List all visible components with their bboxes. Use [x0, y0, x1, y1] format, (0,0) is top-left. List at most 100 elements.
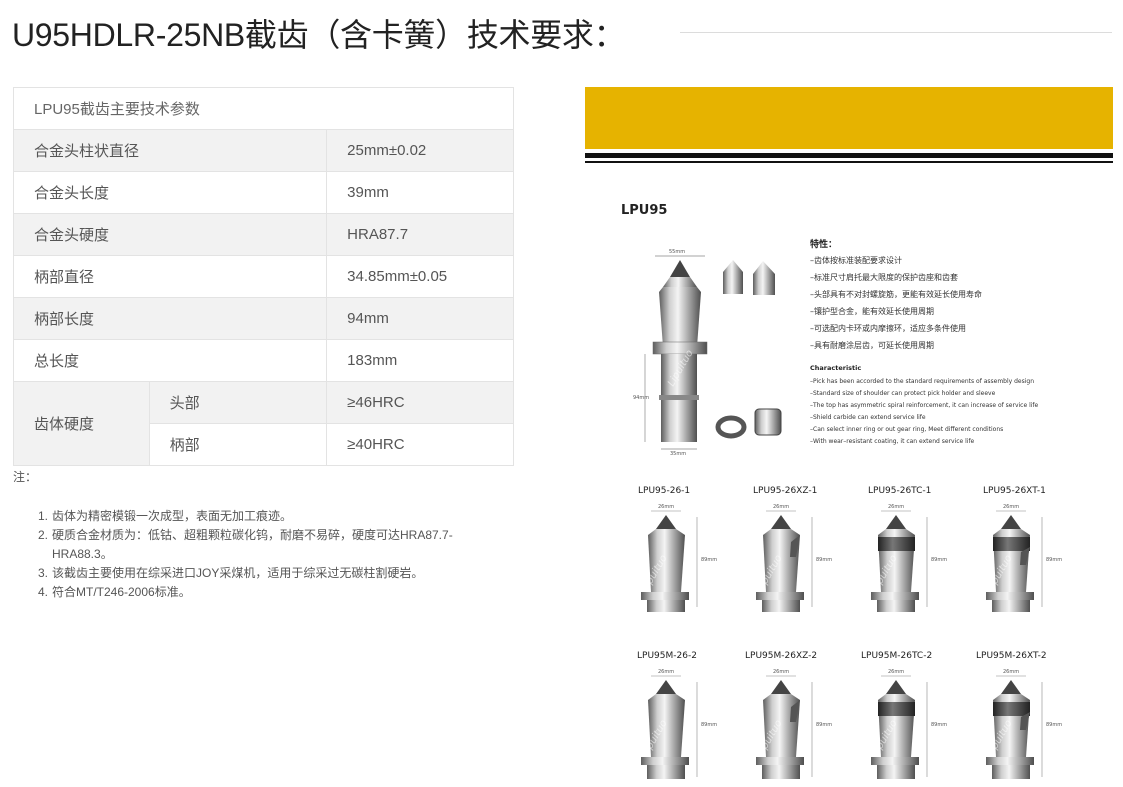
yellow-banner	[585, 87, 1113, 149]
notes-label: 注：	[13, 470, 38, 484]
svg-text:–具有耐磨涂层齿，可延长使用周期: –具有耐磨涂层齿，可延长使用周期	[810, 340, 934, 350]
note-number: 1.	[38, 509, 49, 523]
spec-value: 25mm±0.02	[326, 129, 514, 172]
spec-sublabel: 柄部	[148, 423, 328, 466]
svg-text:89mm: 89mm	[931, 557, 947, 563]
spec-value: 183mm	[326, 339, 514, 382]
dim-shank-width: 35mm	[670, 451, 686, 457]
spec-label: 柄部直径	[12, 255, 328, 298]
svg-text:26mm: 26mm	[773, 669, 789, 675]
svg-text:–Pick has been accorded to the: –Pick has been accorded to the standard …	[810, 378, 1034, 385]
svg-text:26mm: 26mm	[888, 669, 904, 675]
svg-text:89mm: 89mm	[816, 557, 832, 563]
spec-label: 合金头硬度	[12, 213, 328, 256]
note-number: 4.	[38, 585, 49, 599]
svg-text:–Shield carbide can extend ser: –Shield carbide can extend service life	[810, 414, 926, 421]
banner-stripe-thick	[585, 153, 1113, 158]
svg-text:Characteristic: Characteristic	[810, 364, 861, 372]
variant-pick-6: 26mm 89mm	[756, 669, 832, 779]
spec-value: 34.85mm±0.05	[326, 255, 514, 298]
carbide-tips	[723, 260, 775, 295]
svg-text:–With wear–resistant coating,: –With wear–resistant coating, it can ext…	[810, 438, 975, 445]
table-row: 柄部直径 34.85mm±0.05	[12, 255, 514, 298]
svg-text:89mm: 89mm	[1046, 557, 1062, 563]
variant-label: LPU95-26TC-1	[868, 486, 931, 496]
note-text: 符合MT/T246-2006标准。	[52, 585, 191, 599]
product-image: LPU95 55mm 94mm 35mm 特性： –齿体按标准装配要求设计 –标…	[585, 87, 1113, 787]
svg-text:–Standard size of shoulder can: –Standard size of shoulder can protect p…	[810, 390, 996, 397]
spec-value: HRA87.7	[326, 213, 514, 256]
variant-pick-8: 26mm 89mm	[986, 669, 1062, 779]
spec-value: ≥40HRC	[326, 423, 514, 466]
svg-text:89mm: 89mm	[1046, 722, 1062, 728]
svg-text:89mm: 89mm	[701, 557, 717, 563]
table-row: 总长度 183mm	[12, 339, 514, 382]
svg-text:–The top has asymmetric spiral: –The top has asymmetric spiral reinforce…	[810, 402, 1039, 409]
variant-pick-3: 26mm 89mm	[871, 504, 947, 612]
variant-pick-7: 26mm 89mm	[871, 669, 947, 779]
variant-label: LPU95-26-1	[638, 486, 690, 496]
table-row: 齿体硬度 头部 ≥46HRC	[13, 381, 514, 466]
model-label: LPU95	[621, 203, 667, 218]
svg-text:26mm: 26mm	[888, 504, 904, 510]
spec-value: 39mm	[326, 171, 514, 214]
spec-table-caption: LPU95截齿主要技术参数	[13, 87, 514, 130]
svg-text:89mm: 89mm	[816, 722, 832, 728]
spec-label: 合金头柱状直径	[12, 129, 328, 172]
variant-pick-5: 26mm 89mm	[641, 669, 717, 779]
spec-value: 94mm	[326, 297, 514, 340]
spec-label: 合金头长度	[12, 171, 328, 214]
list-item: 2. 硬质合金材质为：低钴、超粗颗粒碳化钨，耐磨不易碎，硬度可达HRA87.7-H…	[38, 526, 508, 564]
variant-label: LPU95M-26TC-2	[861, 651, 932, 661]
table-row: 柄部长度 94mm	[12, 297, 514, 340]
features-cn: 特性： –齿体按标准装配要求设计 –标准尺寸肩托最大限度的保护齿座和齿套 –头部…	[810, 238, 982, 350]
variant-label: LPU95M-26XZ-2	[745, 651, 817, 661]
note-text: 硬质合金材质为：低钴、超粗颗粒碳化钨，耐磨不易碎，硬度可达HRA87.7-HRA…	[52, 528, 453, 561]
title-divider	[680, 32, 1112, 33]
variant-label: LPU95-26XT-1	[983, 486, 1046, 496]
spec-sublabel: 头部	[148, 381, 328, 424]
hardness-group-label: 齿体硬度	[13, 381, 150, 466]
svg-text:–头部具有不对封螺旋筋，更能有效延长使用寿命: –头部具有不对封螺旋筋，更能有效延长使用寿命	[810, 289, 982, 299]
variant-label: LPU95M-26XT-2	[976, 651, 1047, 661]
variant-row-2: LPU95M-26-2 LPU95M-26XZ-2 LPU95M-26TC-2 …	[637, 651, 1047, 661]
variant-pick-4: 26mm 89mm	[986, 504, 1062, 612]
table-row: 合金头长度 39mm	[12, 171, 514, 214]
dim-shank-length: 94mm	[633, 395, 649, 401]
svg-text:特性：: 特性：	[810, 238, 837, 250]
table-row: 合金头硬度 HRA87.7	[12, 213, 514, 256]
banner-stripe-thin	[585, 161, 1113, 163]
note-text: 该截齿主要使用在综采进口JOY采煤机，适用于综采过无碳柱割硬岩。	[52, 566, 424, 580]
variant-row-1: LPU95-26-1 LPU95-26XZ-1 LPU95-26TC-1 LPU…	[638, 486, 1046, 496]
svg-text:26mm: 26mm	[658, 504, 674, 510]
spec-label: 总长度	[12, 339, 328, 382]
svg-text:–齿体按标准装配要求设计: –齿体按标准装配要求设计	[810, 255, 902, 265]
svg-text:89mm: 89mm	[701, 722, 717, 728]
variant-label: LPU95-26XZ-1	[753, 486, 817, 496]
list-item: 1. 齿体为精密模锻一次成型，表面无加工痕迹。	[38, 507, 508, 526]
spec-value: ≥46HRC	[326, 381, 514, 424]
note-number: 3.	[38, 566, 49, 580]
variant-label: LPU95M-26-2	[637, 651, 697, 661]
svg-text:26mm: 26mm	[1003, 669, 1019, 675]
svg-text:–可选配内卡环或内摩擦环，适应多条件使用: –可选配内卡环或内摩擦环，适应多条件使用	[810, 323, 966, 333]
table-row: 合金头柱状直径 25mm±0.02	[12, 129, 514, 172]
dim-top-width: 55mm	[669, 249, 685, 255]
svg-text:26mm: 26mm	[773, 504, 789, 510]
list-item: 3. 该截齿主要使用在综采进口JOY采煤机，适用于综采过无碳柱割硬岩。	[38, 564, 508, 583]
svg-text:–Can select inner ring or out: –Can select inner ring or out gear ring,…	[810, 426, 1003, 433]
spec-table-header-row: LPU95截齿主要技术参数	[13, 87, 514, 130]
svg-text:89mm: 89mm	[931, 722, 947, 728]
list-item: 4. 符合MT/T246-2006标准。	[38, 583, 508, 602]
page-title: U95HDLR-25NB截齿（含卡簧）技术要求：	[12, 17, 626, 53]
note-number: 2.	[38, 528, 49, 542]
variant-pick-1: 26mm 89mm	[641, 504, 717, 612]
retaining-rings	[715, 408, 782, 439]
main-pick-drawing: 55mm 94mm 35mm	[633, 249, 708, 457]
spec-label: 柄部长度	[12, 297, 328, 340]
svg-text:26mm: 26mm	[1003, 504, 1019, 510]
svg-text:–镶护型合金，能有效延长使用周期: –镶护型合金，能有效延长使用周期	[810, 306, 934, 316]
variant-pick-2: 26mm 89mm	[756, 504, 832, 612]
svg-text:26mm: 26mm	[658, 669, 674, 675]
features-en: Characteristic –Pick has been accorded t…	[810, 364, 1039, 445]
